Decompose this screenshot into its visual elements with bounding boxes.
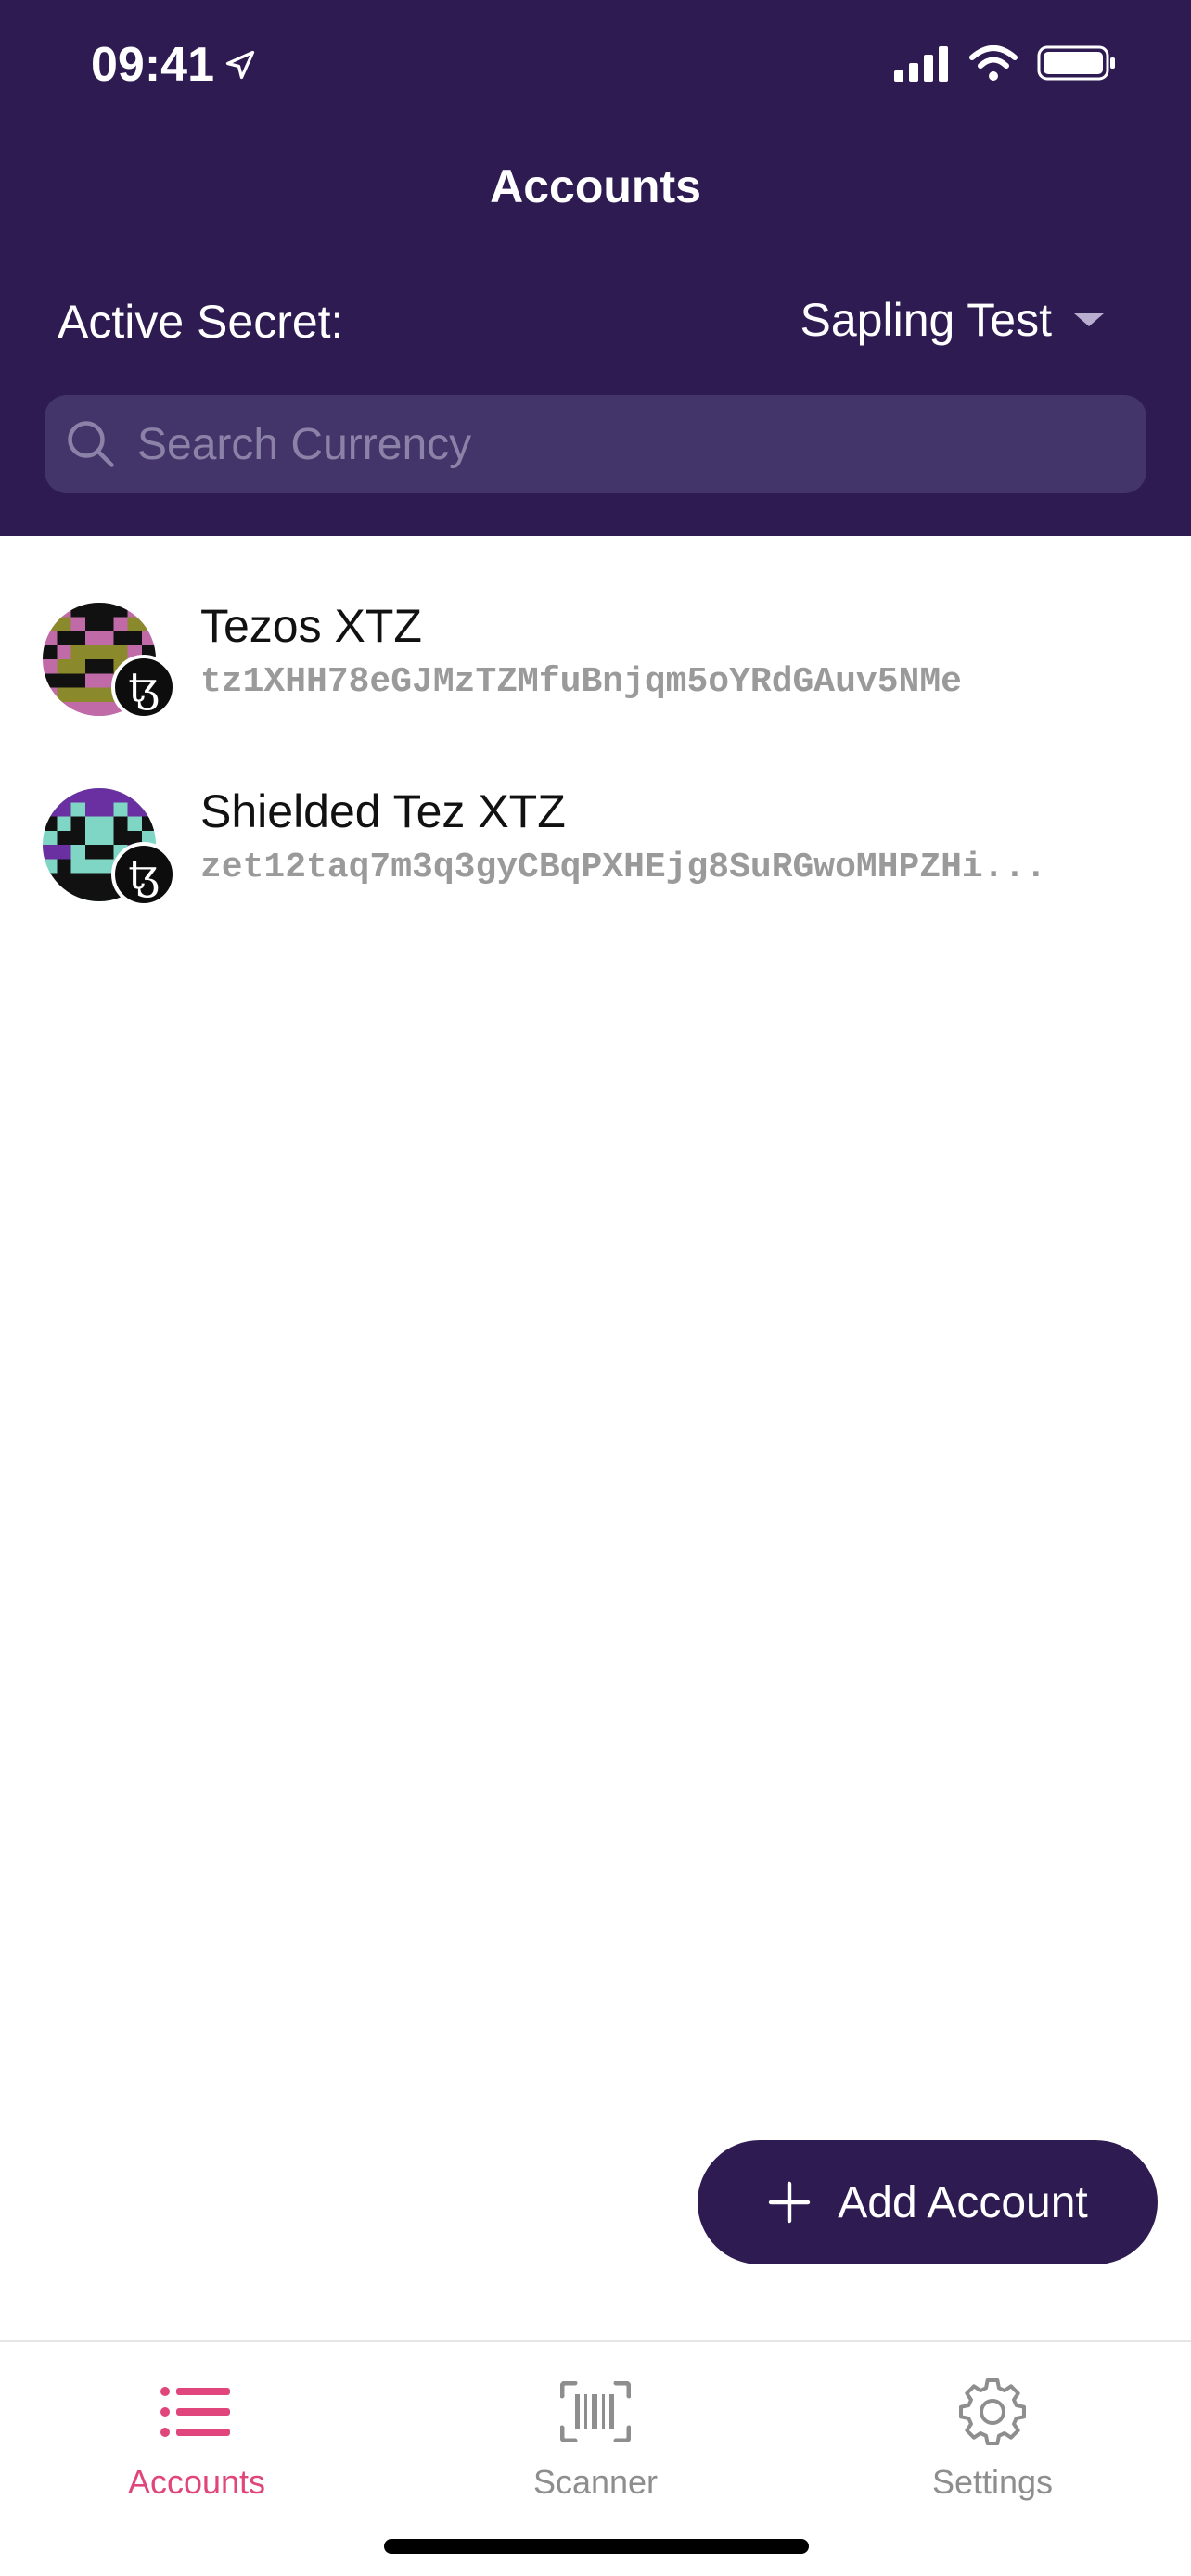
battery-icon xyxy=(1037,45,1115,81)
tab-scanner[interactable]: Scanner xyxy=(456,2361,735,2502)
plus-icon xyxy=(769,2181,811,2224)
header: 09:41 Accounts Active Secret: Sapling Te… xyxy=(0,0,1191,536)
account-address: tz1XHH78eGJMzTZMfuBnjqm5oYRdGAuv5NMe xyxy=(200,662,962,702)
status-bar-icons xyxy=(894,45,1117,82)
location-arrow-icon xyxy=(225,50,255,80)
account-row-shielded-tez[interactable]: ꜩ Shielded Tez XTZ zet12taq7m3q3gyCBqPXH… xyxy=(0,753,1191,938)
account-address: zet12taq7m3q3gyCBqPXHEjg8SuRGwoMHPZHi... xyxy=(200,848,1047,887)
search-input[interactable] xyxy=(135,417,1109,471)
active-secret-value: Sapling Test xyxy=(800,294,1052,346)
cellular-signal-icon xyxy=(894,46,948,82)
barcode-icon xyxy=(560,2381,631,2442)
tezos-badge-icon: ꜩ xyxy=(111,655,176,720)
search-bar[interactable] xyxy=(45,395,1146,493)
page-title: Accounts xyxy=(490,160,701,212)
account-row-tezos[interactable]: ꜩ Tezos XTZ tz1XHH78eGJMzTZMfuBnjqm5oYRd… xyxy=(0,566,1191,751)
add-account-button[interactable]: Add Account xyxy=(698,2140,1158,2264)
account-name: Shielded Tez XTZ xyxy=(200,785,566,837)
tezos-badge-icon: ꜩ xyxy=(111,842,176,907)
status-bar-time: 09:41 xyxy=(91,37,257,93)
list-icon xyxy=(160,2387,230,2437)
gear-icon xyxy=(959,2378,1026,2445)
add-account-label: Add Account xyxy=(838,2177,1088,2227)
caret-down-icon xyxy=(1074,313,1104,326)
tab-scanner-label: Scanner xyxy=(532,2463,659,2501)
tab-settings-label: Settings xyxy=(931,2463,1054,2501)
active-secret-label: Active Secret: xyxy=(58,296,344,348)
home-indicator[interactable] xyxy=(384,2539,809,2554)
tab-accounts[interactable]: Accounts xyxy=(58,2361,336,2502)
active-secret-dropdown[interactable]: Sapling Test xyxy=(800,293,1104,347)
tab-accounts-label: Accounts xyxy=(127,2463,266,2501)
account-name: Tezos XTZ xyxy=(200,600,422,652)
wifi-icon xyxy=(969,45,1018,81)
tab-settings[interactable]: Settings xyxy=(853,2361,1132,2502)
search-icon xyxy=(68,421,114,467)
